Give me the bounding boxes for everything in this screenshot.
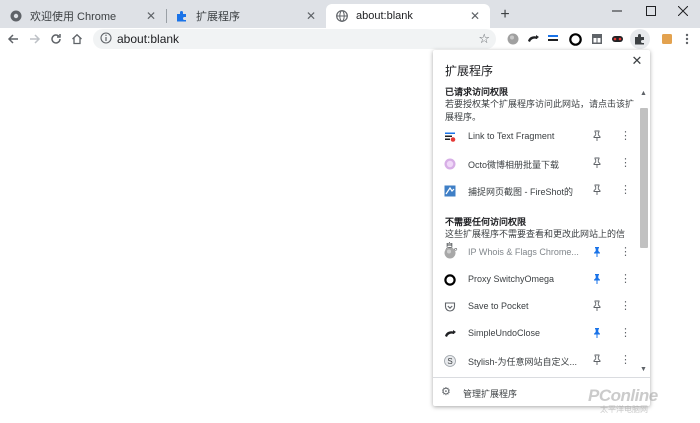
stylish-icon: S <box>443 354 457 368</box>
extension-name: Stylish-为任意网站自定义... <box>468 357 578 367</box>
fireshot-icon <box>443 184 457 198</box>
pin-outline-icon[interactable] <box>591 184 603 196</box>
more-options-icon[interactable]: ⋮ <box>620 245 631 259</box>
tab-extensions[interactable]: 扩展程序 ✕ <box>166 4 326 28</box>
simple-undo-close-icon[interactable] <box>526 32 540 46</box>
octo-icon[interactable] <box>610 32 624 46</box>
extension-row[interactable]: Save to Pocket ⋮ <box>433 294 638 320</box>
extension-row[interactable]: S Stylish-为任意网站自定义... ⋮ <box>433 348 638 374</box>
extension-row[interactable]: Link to Text Fragment ⋮ <box>433 124 638 150</box>
pocket-icon <box>443 300 457 314</box>
url-text: about:blank <box>117 32 180 46</box>
ip-whois-icon <box>443 246 457 260</box>
more-options-icon[interactable]: ⋮ <box>620 299 631 313</box>
reload-icon <box>51 34 61 44</box>
popup-title: 扩展程序 <box>445 64 494 78</box>
tab-about-blank[interactable]: about:blank ✕ <box>326 4 490 28</box>
bookmark-star-icon[interactable]: ☆ <box>478 31 490 47</box>
maximize-button[interactable] <box>634 0 668 22</box>
extension-row[interactable]: 捕捉网页截图 - FireShot的 ⋮ <box>433 178 638 204</box>
extension-name: 捕捉网页截图 - FireShot的 <box>468 187 574 197</box>
address-bar[interactable]: about:blank ☆ <box>93 29 496 49</box>
window-close-button[interactable] <box>666 0 700 22</box>
proxy-switchyomega-icon <box>443 273 457 287</box>
home-icon <box>72 33 82 45</box>
pin-outline-icon[interactable] <box>591 300 603 312</box>
extension-name: Octo微博相册批量下载 <box>468 160 560 170</box>
link-to-text-fragment-icon[interactable] <box>546 32 560 46</box>
scroll-up-icon[interactable]: ▲ <box>640 90 647 97</box>
tab-title: 欢迎使用 Chrome <box>30 11 117 23</box>
pin-filled-icon[interactable] <box>591 327 603 339</box>
chrome-menu-icon[interactable] <box>680 32 694 46</box>
tab-title: 扩展程序 <box>196 11 240 23</box>
popup-scrollbar[interactable]: ▲ ▼ <box>639 86 648 378</box>
octo-icon <box>443 157 457 171</box>
manage-extensions-label: 管理扩展程序 <box>463 389 518 399</box>
simple-undo-close-icon <box>443 327 457 341</box>
info-icon[interactable] <box>100 32 112 47</box>
pin-filled-icon[interactable] <box>591 273 603 285</box>
back-arrow-icon <box>7 34 18 44</box>
home-button[interactable] <box>69 31 85 47</box>
extension-row[interactable]: Proxy SwitchyOmega ⋮ <box>433 267 638 293</box>
more-options-icon[interactable]: ⋮ <box>620 272 631 286</box>
link-to-text-fragment-icon <box>443 130 457 144</box>
section-title-no-access: 不需要任何访问权限 <box>445 217 527 227</box>
scroll-down-icon[interactable]: ▼ <box>640 366 647 373</box>
tab-welcome[interactable]: 欢迎使用 Chrome ✕ <box>0 4 166 28</box>
extensions-menu-button[interactable] <box>630 29 650 49</box>
more-options-icon[interactable]: ⋮ <box>620 129 631 143</box>
more-options-icon[interactable]: ⋮ <box>620 326 631 340</box>
close-icon[interactable]: ✕ <box>630 53 644 69</box>
forward-button[interactable] <box>27 31 43 47</box>
pin-outline-icon[interactable] <box>591 130 603 142</box>
puzzle-icon <box>176 10 188 22</box>
back-button[interactable] <box>5 31 21 47</box>
chrome-icon <box>10 10 22 22</box>
puzzle-icon <box>635 34 644 45</box>
forward-arrow-icon <box>30 34 41 44</box>
extension-name: Link to Text Fragment <box>468 131 555 141</box>
close-icon[interactable]: ✕ <box>468 9 482 23</box>
globe-icon <box>336 10 348 22</box>
close-icon[interactable]: ✕ <box>144 9 158 23</box>
extension-row[interactable]: IP Whois & Flags Chrome... ⋮ <box>433 240 638 266</box>
close-icon[interactable]: ✕ <box>304 9 318 23</box>
minimize-button[interactable] <box>600 0 634 22</box>
pin-outline-icon[interactable] <box>591 354 603 366</box>
ip-whois-icon[interactable] <box>506 32 520 46</box>
watermark-subtitle: 太平洋电脑网 <box>600 405 648 414</box>
pinned-extension-icon[interactable] <box>660 32 674 46</box>
proxy-switchyomega-icon[interactable] <box>568 32 582 46</box>
svg-text:S: S <box>447 357 452 366</box>
extension-name: Save to Pocket <box>468 301 529 311</box>
extension-row[interactable]: Octo微博相册批量下载 ⋮ <box>433 151 638 177</box>
pin-outline-icon[interactable] <box>591 157 603 169</box>
more-options-icon[interactable]: ⋮ <box>620 353 631 367</box>
new-tab-button[interactable]: + <box>496 6 514 24</box>
toolbar: about:blank ☆ <box>0 28 700 50</box>
watermark-logo: PConline <box>588 386 658 405</box>
extension-name: SimpleUndoClose <box>468 328 541 338</box>
section-desc-requested: 若要授权某个扩展程序访问此网站，请点击该扩展程序。 <box>445 99 635 122</box>
tab-strip: 欢迎使用 Chrome ✕ 扩展程序 ✕ about:blank ✕ + <box>0 0 700 28</box>
extensions-popup: 扩展程序 ✕ 已请求访问权限 若要授权某个扩展程序访问此网站，请点击该扩展程序。… <box>433 50 650 406</box>
more-options-icon[interactable]: ⋮ <box>620 156 631 170</box>
fireshot-icon[interactable] <box>590 32 604 46</box>
extension-row[interactable]: SimpleUndoClose ⋮ <box>433 321 638 347</box>
extension-name: IP Whois & Flags Chrome... <box>468 247 579 257</box>
reload-button[interactable] <box>48 31 64 47</box>
scrollbar-thumb[interactable] <box>640 108 648 248</box>
section-title-requested: 已请求访问权限 <box>445 87 509 97</box>
more-options-icon[interactable]: ⋮ <box>620 183 631 197</box>
tab-title: about:blank <box>356 10 413 22</box>
pin-filled-icon[interactable] <box>591 246 603 258</box>
extension-name: Proxy SwitchyOmega <box>468 274 555 284</box>
gear-icon: ⚙ <box>441 386 451 398</box>
